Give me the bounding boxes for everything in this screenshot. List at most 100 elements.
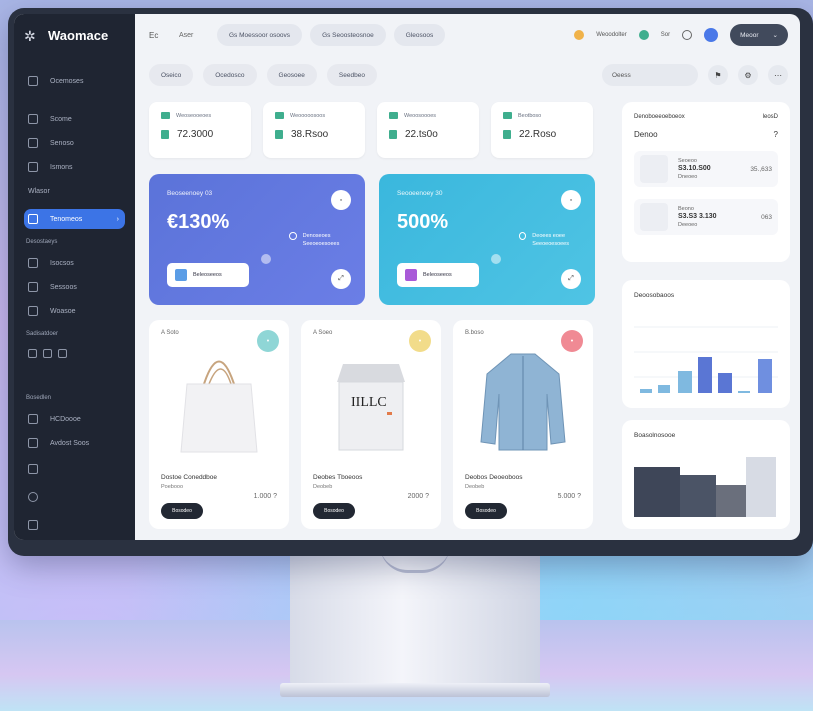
stat-card[interactable]: Beotboso 22.Roso bbox=[491, 102, 593, 158]
product-button[interactable]: Bosodeo bbox=[465, 503, 507, 519]
more-icon[interactable]: ⋯ bbox=[768, 65, 788, 85]
expand-icon[interactable]: ⤢ bbox=[331, 269, 351, 289]
sidebar-item-label: Tenomeos bbox=[50, 215, 83, 223]
product-button[interactable]: Bosodeo bbox=[161, 503, 203, 519]
stat-label: Weoosoooes bbox=[389, 112, 467, 119]
sidebar-item-5[interactable]: Wlasor bbox=[24, 179, 125, 203]
chart-bar bbox=[678, 371, 692, 393]
app-logo[interactable]: Ec bbox=[149, 31, 171, 40]
filter-pill-4[interactable]: Seedbeo bbox=[326, 64, 377, 86]
promo-panel: Boasolnosooe bbox=[622, 420, 790, 529]
stat-value-icon bbox=[275, 130, 283, 139]
bookmark-icon[interactable]: ▫ bbox=[561, 190, 581, 210]
logout-icon[interactable] bbox=[28, 520, 38, 530]
square-icon bbox=[28, 348, 37, 358]
promo-button-label: Beleoseeos bbox=[193, 272, 222, 278]
stat-value-icon bbox=[503, 130, 511, 139]
product-price: 1.000 ? bbox=[253, 493, 277, 500]
stat-card[interactable]: Weoseooeoes 72.3000 bbox=[149, 102, 251, 158]
square-icon bbox=[43, 348, 52, 358]
settings-icon[interactable]: ⚙ bbox=[738, 65, 758, 85]
help-icon[interactable]: ? bbox=[774, 130, 778, 139]
top-pill-2[interactable]: Gs Seoosteosnoe bbox=[310, 24, 386, 46]
stat-value-text: 22.Roso bbox=[519, 129, 557, 140]
promo-button[interactable]: Beleoseeos bbox=[397, 263, 479, 287]
stat-card[interactable]: Weoosoooes 22.ts0o bbox=[377, 102, 479, 158]
window-icon bbox=[28, 306, 38, 316]
product-card[interactable]: A Soeo • IILLC Deobes Tboeoos Deobeb 200… bbox=[301, 320, 441, 529]
stat-label-text: Weoseooeoes bbox=[176, 112, 212, 119]
avatar[interactable] bbox=[704, 28, 719, 42]
sidebar-row-toggles[interactable] bbox=[24, 343, 125, 363]
expand-icon[interactable]: ⤢ bbox=[561, 269, 581, 289]
order-row[interactable]: Seoeoo S3.10.S00 Dneoeo 35.,633 bbox=[634, 151, 778, 187]
sidebar-item-overview[interactable]: Ocemoses bbox=[24, 69, 125, 93]
promo-label: Beoseenoey 03 bbox=[167, 190, 213, 197]
search-input[interactable]: Oeess bbox=[602, 64, 698, 86]
top-bar: Ec Aser Gs Moessoor osoovs Gs Seoosteosn… bbox=[149, 22, 788, 48]
order-head: Seoeoo bbox=[678, 158, 697, 164]
sidebar-section-title: Sadisatdoer bbox=[26, 331, 59, 337]
product-price: 5.000 ? bbox=[557, 493, 581, 500]
promo-meta-text: Deoees eoee Seeoeoesoees bbox=[532, 233, 569, 247]
sidebar-subitem-4[interactable]: HCDoooe bbox=[24, 407, 125, 431]
order-row[interactable]: Beono S3.S3 3.130 Deeoeo 063 bbox=[634, 199, 778, 235]
stacked-boxes-illustration bbox=[634, 457, 776, 517]
filter-pill-3[interactable]: Geosoee bbox=[266, 64, 317, 86]
sidebar-item-label: Woasoe bbox=[50, 307, 76, 315]
top-right-label-1[interactable]: Weoodolter bbox=[596, 32, 627, 38]
sidebar-section-title: Bosedlen bbox=[26, 395, 52, 401]
status-icon[interactable] bbox=[638, 30, 649, 40]
promo-button[interactable]: Beleoseeos bbox=[167, 263, 249, 287]
sidebar-item-3[interactable]: Senoso bbox=[24, 131, 125, 155]
order-sub: Deeoeo bbox=[678, 222, 698, 228]
filter-pill-2[interactable]: Ocedosco bbox=[203, 64, 257, 86]
top-pill-1[interactable]: Gs Moessoor osoovs bbox=[217, 24, 303, 46]
chart-bar bbox=[738, 391, 750, 393]
promo-meta-text: Denoseoes Seeoeoesoees bbox=[302, 233, 340, 247]
orders-panel-link[interactable]: leosD bbox=[763, 114, 778, 120]
top-right-label-2[interactable]: Sor bbox=[661, 32, 670, 38]
promo-card-1[interactable]: Beoseenoey 03 €130% Denoseoes Seeoeoesoe… bbox=[149, 174, 365, 305]
sidebar-item-2[interactable]: Scome bbox=[24, 107, 125, 131]
dollar-icon[interactable] bbox=[28, 464, 38, 474]
sidebar-item-4[interactable]: Ismons bbox=[24, 155, 125, 179]
stat-card[interactable]: Weooooosoos 38.Rsoo bbox=[263, 102, 365, 158]
sidebar-subitem-3[interactable]: Woasoe bbox=[24, 299, 125, 323]
info-icon bbox=[289, 232, 297, 240]
product-subtitle: Deobeb bbox=[465, 484, 485, 490]
promo-meta: Denoseoes Seeoeoesoees bbox=[289, 232, 365, 248]
promo-card-2[interactable]: Seooeenoey 30 500% Deoees eoee Seeoeoeso… bbox=[379, 174, 595, 305]
chart-panel-title: Deoosobaoos bbox=[634, 292, 675, 299]
stat-value-icon bbox=[161, 130, 169, 139]
calendar-icon bbox=[28, 162, 38, 172]
sidebar-bottom-icons bbox=[28, 464, 38, 530]
chart-bar bbox=[758, 359, 772, 393]
filter-icon[interactable]: ⚑ bbox=[708, 65, 728, 85]
box-illustration: IILLC bbox=[337, 364, 405, 451]
filter-pill-1[interactable]: Oseico bbox=[149, 64, 194, 86]
sidebar-subitem-1[interactable]: Isocsos bbox=[24, 251, 125, 275]
card-icon bbox=[175, 269, 187, 281]
info-icon bbox=[519, 232, 527, 240]
product-card[interactable]: B.boso • Deobos Deoeoboos Deobeb 5.000 ?… bbox=[453, 320, 593, 529]
heart-icon[interactable] bbox=[682, 30, 693, 40]
notification-icon[interactable] bbox=[574, 30, 585, 40]
product-button[interactable]: Bosodeo bbox=[313, 503, 355, 519]
user-menu[interactable]: Meoor ⌄ bbox=[730, 24, 788, 46]
info-icon[interactable] bbox=[28, 492, 38, 502]
sidebar-subitem-2[interactable]: Sessoos bbox=[24, 275, 125, 299]
sidebar-subitem-5[interactable]: Avdost Soos bbox=[24, 431, 125, 455]
product-card[interactable]: A Soto • Dostoe Coneddboe Poebooo 1.000 … bbox=[149, 320, 289, 529]
top-pill-3[interactable]: Gleosoos bbox=[393, 24, 446, 46]
brand[interactable]: ✲ Waomace bbox=[24, 28, 125, 43]
bookmark-icon[interactable]: ▫ bbox=[331, 190, 351, 210]
sidebar-item-active[interactable]: Tenomeos › bbox=[24, 209, 125, 229]
orders-panel-title: Denoboeeoeboeox bbox=[634, 114, 685, 120]
stat-label: Weoseooeoes bbox=[161, 112, 239, 119]
stat-value-text: 72.3000 bbox=[177, 129, 214, 140]
tag-icon bbox=[28, 414, 38, 424]
jacket-illustration bbox=[480, 353, 566, 451]
